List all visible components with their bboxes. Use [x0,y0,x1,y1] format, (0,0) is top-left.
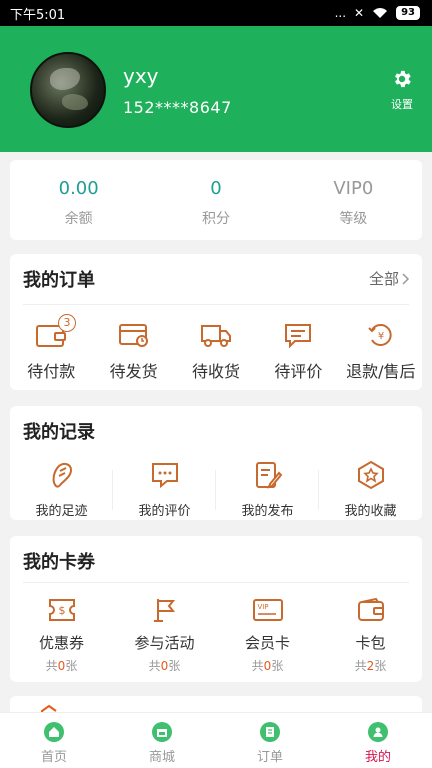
flag-icon [153,599,175,622]
stat-value: 0.00 [58,178,99,199]
home-icon [44,722,64,742]
battery-indicator: 93 [396,6,420,20]
status-bar: 下午5:01 ... ✕ 93 [0,0,432,26]
record-label: 我的足迹 [35,504,88,519]
order-label: 待收货 [192,362,241,381]
my-records-card: 我的记录 我的足迹 我的评价 我的发布 我的收藏 [10,406,422,520]
count-prefix: 共 [354,659,367,673]
bottom-tab-bar: 首页 商城 订单 我的 [0,712,432,768]
section-title: 我的记录 [23,422,95,443]
coupon-label: 会员卡 [244,634,290,652]
record-footprint[interactable]: 我的足迹 [10,458,113,519]
settings-button[interactable]: 设置 [382,68,422,112]
shop-icon [152,722,172,742]
record-reviews[interactable]: 我的评价 [113,458,216,519]
count-suffix: 张 [271,659,284,673]
username: yxy [123,64,159,88]
order-pending-receipt[interactable]: 待收货 [175,318,257,382]
tab-home[interactable]: 首页 [0,713,108,768]
count-suffix: 张 [374,659,387,673]
all-orders-label: 全部 [368,270,399,288]
tab-label: 订单 [256,750,283,765]
profile-icon [368,722,388,742]
coupon-icon: $ [48,599,75,621]
pending-payment-badge: 3 [58,314,76,332]
stat-label: 积分 [201,211,230,227]
stat-label: 余额 [64,211,93,227]
coupon-label: 卡包 [355,634,386,652]
chat-bubble-icon [151,463,178,489]
edit-document-icon [255,462,282,489]
close-small-icon: ✕ [354,6,365,20]
stat-balance[interactable]: 0.00 余额 [10,160,147,240]
coupon-label: 参与活动 [134,634,195,652]
profile-header: yxy 152****8647 设置 [0,26,432,152]
vip-card-icon: VIP [252,599,283,621]
all-orders-link[interactable]: 全部 [369,268,410,289]
footprint-icon [52,462,72,488]
card-clock-icon [118,324,148,347]
my-orders-card: 我的订单 全部 3 待付款 待发货 待收货 待评价 ¥ 退款/售后 [10,254,422,390]
order-pending-review[interactable]: 待评价 [257,318,339,382]
tab-label: 首页 [40,750,67,765]
record-favorites[interactable]: 我的收藏 [319,458,422,519]
order-refund[interactable]: ¥ 退款/售后 [340,318,422,382]
svg-text:$: $ [58,604,65,617]
coupon-activities[interactable]: 参与活动 共0张 [113,596,216,674]
order-label: 退款/售后 [346,362,416,381]
tab-label: 商城 [148,750,175,765]
count-prefix: 共 [251,659,264,673]
count-prefix: 共 [148,659,161,673]
svg-text:VIP: VIP [257,603,268,611]
divider [23,582,409,583]
coupon-label: 优惠券 [38,634,84,652]
chevron-right-icon [402,272,410,285]
record-posts[interactable]: 我的发布 [216,458,319,519]
record-label: 我的评价 [138,504,191,519]
order-icon [260,722,280,742]
order-label: 待评价 [274,362,323,381]
stat-label: 等级 [339,211,368,227]
tab-shop[interactable]: 商城 [108,713,216,768]
avatar[interactable] [30,52,106,128]
count-suffix: 张 [65,659,78,673]
count-suffix: 张 [168,659,181,673]
settings-label: 设置 [391,98,413,111]
order-label: 待付款 [27,362,76,381]
truck-icon [201,325,232,347]
stat-level[interactable]: VIP0 等级 [285,160,422,240]
my-coupons-card: 我的卡券 $ 优惠券 共0张 参与活动 共0张 VIP 会员卡 共0张 卡包 共… [10,536,422,682]
card-wallet-icon [357,597,384,621]
stat-value: 0 [210,178,222,199]
svg-text:¥: ¥ [378,331,384,342]
divider [23,304,409,305]
record-label: 我的收藏 [344,504,397,519]
gear-icon [395,70,411,88]
coupon-discount[interactable]: $ 优惠券 共0张 [10,596,113,674]
tab-profile[interactable]: 我的 [324,713,432,768]
comment-icon [285,324,312,348]
account-stats-card: 0.00 余额 0 积分 VIP0 等级 [10,160,422,240]
wifi-icon [373,8,388,18]
order-label: 待发货 [109,362,158,381]
status-time: 下午5:01 [10,7,66,23]
star-badge-icon [357,460,384,490]
section-title: 我的订单 [23,270,95,291]
order-pending-shipment[interactable]: 待发货 [92,318,174,382]
coupon-card-wallet[interactable]: 卡包 共2张 [319,596,422,674]
count-prefix: 共 [45,659,58,673]
tab-orders[interactable]: 订单 [216,713,324,768]
stat-points[interactable]: 0 积分 [147,160,284,240]
stat-value: VIP0 [333,178,374,199]
order-pending-payment[interactable]: 3 待付款 [10,314,92,382]
signal-dots: ... [334,6,347,20]
tab-label: 我的 [364,750,391,765]
phone-number: 152****8647 [123,98,232,117]
coupon-membership[interactable]: VIP 会员卡 共0张 [216,596,319,674]
refund-icon: ¥ [368,324,392,346]
section-title: 我的卡券 [23,552,95,573]
record-label: 我的发布 [241,504,294,519]
